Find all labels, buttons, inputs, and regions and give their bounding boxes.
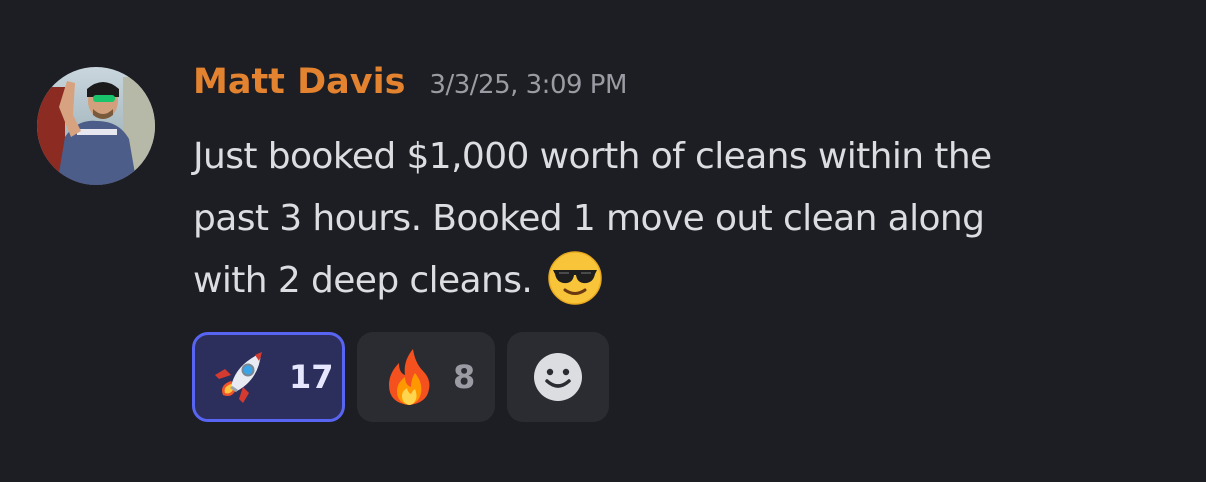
add-reaction-smiley-icon <box>534 353 582 401</box>
message-line-text: with 2 deep cleans. <box>193 260 533 301</box>
reaction-count: 8 <box>453 358 476 396</box>
avatar[interactable] <box>37 67 155 185</box>
reaction-count: 17 <box>289 358 334 396</box>
message-header: Matt Davis 3/3/25, 3:09 PM <box>193 62 627 114</box>
fire-icon <box>389 349 430 405</box>
author-name[interactable]: Matt Davis <box>193 62 405 102</box>
add-reaction-button[interactable] <box>507 332 609 422</box>
rocket-icon <box>215 352 262 403</box>
message-line-last: with 2 deep cleans. <box>193 250 1153 312</box>
message-content: Just booked $1,000 worth of cleans withi… <box>193 126 1153 312</box>
message-line: Just booked $1,000 worth of cleans withi… <box>193 136 992 177</box>
reaction-rocket[interactable]: 17 <box>192 332 345 422</box>
chat-message: Matt Davis 3/3/25, 3:09 PM Just booked $… <box>0 0 1206 482</box>
reaction-fire[interactable]: 8 <box>357 332 495 422</box>
sunglasses-emoji-icon <box>548 251 602 305</box>
message-line: past 3 hours. Booked 1 move out clean al… <box>193 198 985 239</box>
message-timestamp[interactable]: 3/3/25, 3:09 PM <box>429 70 627 100</box>
avatar-photo <box>37 67 155 185</box>
reactions-bar: 17 8 <box>192 332 609 422</box>
